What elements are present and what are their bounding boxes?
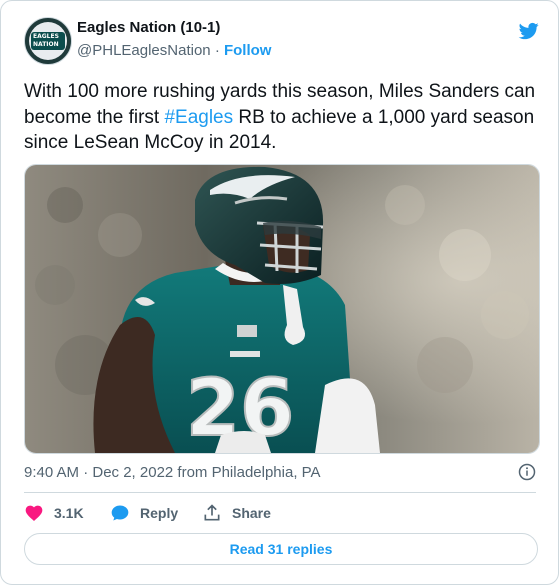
divider bbox=[24, 492, 536, 493]
hashtag-link[interactable]: #Eagles bbox=[164, 107, 233, 128]
share-icon bbox=[204, 504, 220, 521]
tweet-photo[interactable]: 26 bbox=[24, 164, 540, 454]
share-label: Share bbox=[232, 505, 271, 521]
like-button[interactable]: 3.1K bbox=[24, 501, 84, 525]
author-handle[interactable]: @PHLEaglesNation bbox=[77, 42, 211, 59]
tweet-header: EAGLES NATION Eagles Nation (10-1) @PHLE… bbox=[24, 15, 544, 65]
heart-icon bbox=[25, 505, 43, 521]
tweet-card: EAGLES NATION Eagles Nation (10-1) @PHLE… bbox=[0, 0, 559, 585]
avatar-logo-text: NATION bbox=[33, 41, 59, 48]
avatar-logo-text: EAGLES bbox=[33, 33, 59, 40]
reply-button[interactable]: Reply bbox=[110, 501, 178, 525]
author-name[interactable]: Eagles Nation (10-1) bbox=[77, 19, 220, 36]
follow-link[interactable]: Follow bbox=[224, 42, 272, 59]
reply-label: Reply bbox=[140, 505, 179, 521]
tweet-text: With 100 more rushing yards this season,… bbox=[24, 79, 539, 156]
info-icon[interactable] bbox=[518, 463, 536, 481]
tweet-timestamp[interactable]: 9:40 AM · Dec 2, 2022 from Philadelphia,… bbox=[24, 464, 321, 481]
like-count: 3.1K bbox=[54, 505, 84, 521]
author-avatar[interactable]: EAGLES NATION bbox=[24, 17, 72, 65]
author-handle-row: @PHLEaglesNation · Follow bbox=[77, 42, 271, 59]
share-button[interactable]: Share bbox=[202, 501, 271, 525]
twitter-bird-icon[interactable] bbox=[518, 21, 540, 41]
reply-bubble-icon bbox=[111, 505, 129, 521]
read-replies-button[interactable]: Read 31 replies bbox=[24, 533, 538, 565]
separator-dot: · bbox=[214, 42, 220, 59]
player-photo: 26 bbox=[25, 165, 539, 453]
